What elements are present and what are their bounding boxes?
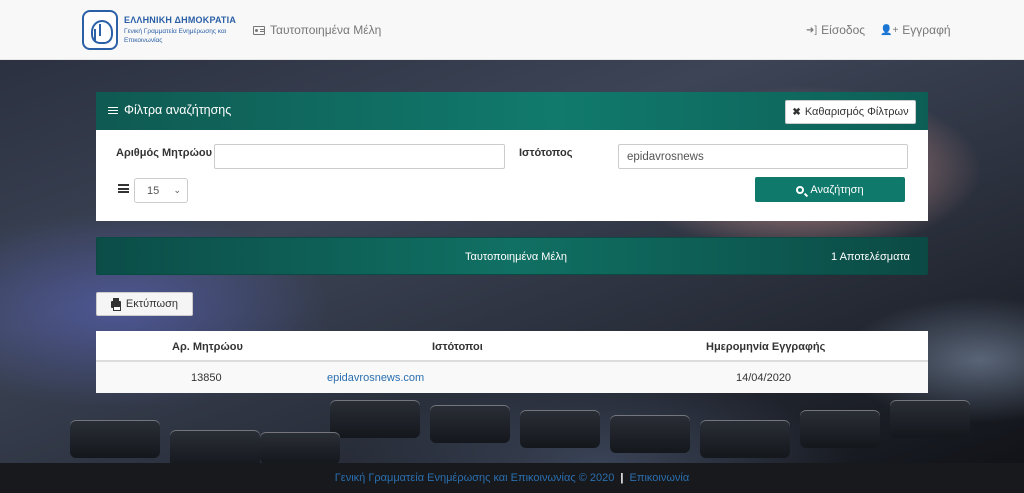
page-size-select[interactable]: 15 ⌄ xyxy=(134,178,188,203)
registry-label: Αριθμός Μητρώου xyxy=(116,147,212,159)
nav-members-label: Ταυτοποιημένα Μέλη xyxy=(270,23,382,37)
footer-contact-link[interactable]: Επικοινωνία xyxy=(630,472,690,484)
page-size-value: 15 xyxy=(147,184,160,197)
results-table: Αρ. Μητρώου Ιστότοποι Ημερομηνία Εγγραφή… xyxy=(96,331,928,393)
greek-seal-icon xyxy=(82,10,118,50)
clear-filters-label: Καθαρισμός Φίλτρων xyxy=(804,106,909,118)
print-button[interactable]: Εκτύπωση xyxy=(96,292,193,316)
id-card-icon xyxy=(253,25,265,35)
header-websites: Ιστότοποι xyxy=(432,341,483,353)
nav-register-label: Εγγραφή xyxy=(902,23,951,37)
cell-date: 14/04/2020 xyxy=(736,372,792,384)
keyboard-key xyxy=(800,410,880,448)
sign-in-icon: ➜] xyxy=(806,24,818,36)
results-bar: Ταυτοποιημένα Μέλη 1 Αποτελέσματα xyxy=(96,237,928,275)
keyboard-key xyxy=(610,415,690,453)
nav-register-link[interactable]: 👤+ Εγγραφή xyxy=(880,23,951,37)
footer: Γενική Γραμματεία Ενημέρωσης και Επικοιν… xyxy=(0,463,1024,493)
search-button[interactable]: Αναζήτηση xyxy=(755,177,905,202)
brand-title: ΕΛΛΗΝΙΚΗ ΔΗΜΟΚΡΑΤΙΑ xyxy=(124,15,237,25)
footer-text: Γενική Γραμματεία Ενημέρωσης και Επικοιν… xyxy=(334,472,615,484)
close-icon: ✖ xyxy=(792,106,801,118)
keyboard-key xyxy=(170,430,260,463)
website-input[interactable] xyxy=(618,144,908,169)
header-date: Ημερομηνία Εγγραφής xyxy=(706,341,826,353)
nav-members-link[interactable]: Ταυτοποιημένα Μέλη xyxy=(253,23,381,37)
keyboard-key xyxy=(520,410,600,448)
table-header: Αρ. Μητρώου Ιστότοποι Ημερομηνία Εγγραφή… xyxy=(96,331,928,362)
user-plus-icon: 👤+ xyxy=(880,24,899,36)
filter-title: Φίλτρα αναζήτησης xyxy=(124,103,232,117)
keyboard-key xyxy=(260,432,340,463)
print-label: Εκτύπωση xyxy=(125,298,179,310)
cell-website-link[interactable]: epidavrosnews.com xyxy=(327,372,424,384)
table-row: 13850 epidavrosnews.com 14/04/2020 xyxy=(96,362,928,393)
nav-login-link[interactable]: ➜] Είσοδος xyxy=(806,23,865,37)
filter-panel: Φίλτρα αναζήτησης ✖ Καθαρισμός Φίλτρων Α… xyxy=(96,92,928,221)
chevron-down-icon: ⌄ xyxy=(173,185,181,195)
header-registry: Αρ. Μητρώου xyxy=(172,341,243,353)
nav-login-label: Είσοδος xyxy=(821,23,866,37)
keyboard-key xyxy=(70,420,160,458)
registry-number-input[interactable] xyxy=(214,144,505,169)
keyboard-key xyxy=(330,400,420,438)
clear-filters-button[interactable]: ✖ Καθαρισμός Φίλτρων xyxy=(785,100,916,124)
keyboard-key xyxy=(700,420,790,458)
website-label: Ιστότοπος xyxy=(519,147,573,159)
keyboard-key xyxy=(430,405,510,443)
cell-registry: 13850 xyxy=(191,372,222,384)
results-count: 1 Αποτελέσματα xyxy=(831,251,910,263)
list-icon xyxy=(118,184,129,193)
search-label: Αναζήτηση xyxy=(810,183,864,196)
sliders-icon xyxy=(108,106,118,115)
navbar: ΕΛΛΗΝΙΚΗ ΔΗΜΟΚΡΑΤΙΑ Γενική Γραμματεία Εν… xyxy=(0,0,1024,60)
brand-subtitle: Γενική Γραμματεία Ενημέρωσης και Επικοιν… xyxy=(124,28,227,44)
filter-panel-header: Φίλτρα αναζήτησης ✖ Καθαρισμός Φίλτρων xyxy=(96,92,928,130)
search-icon xyxy=(796,185,805,194)
brand-logo[interactable]: ΕΛΛΗΝΙΚΗ ΔΗΜΟΚΡΑΤΙΑ Γενική Γραμματεία Εν… xyxy=(82,7,242,53)
keyboard-key xyxy=(890,400,970,438)
footer-separator: | xyxy=(620,472,624,484)
results-title: Ταυτοποιημένα Μέλη xyxy=(465,251,567,263)
printer-icon xyxy=(110,297,121,311)
